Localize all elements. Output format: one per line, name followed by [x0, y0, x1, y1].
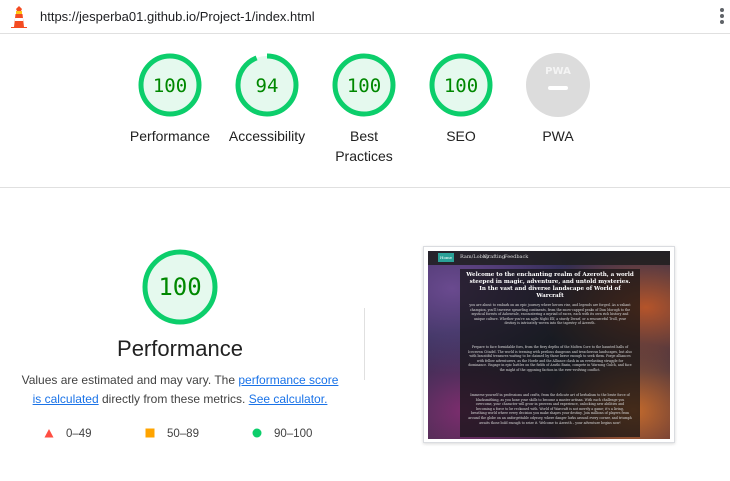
vertical-divider: [364, 308, 365, 380]
square-icon: [145, 428, 155, 438]
score-gauges: 100 Performance 94 Accessibility 100 Best Pra…: [0, 52, 730, 182]
gauge-score: 100: [153, 75, 187, 97]
gauge-label: Accessibility: [228, 128, 306, 144]
screenshot-content-panel: Welcome to the enchanting realm of Azero…: [460, 269, 640, 437]
pwa-dash-icon: [548, 86, 568, 90]
gauge-pwa[interactable]: PWA PWA: [513, 52, 603, 146]
pwa-badge-text: PWA: [545, 66, 571, 77]
legend-range: 90–100: [274, 428, 313, 440]
description-text-2: directly from these metrics.: [98, 392, 249, 406]
gauge-label: PWA: [542, 128, 574, 144]
screenshot-paragraph: Immerse yourself in professions and craf…: [468, 393, 632, 425]
gauge-score: 100: [347, 75, 381, 97]
gauge-ring: 100: [429, 53, 493, 117]
performance-description: Values are estimated and may vary. The p…: [20, 371, 340, 409]
gauge-label: Best Practices: [335, 128, 393, 164]
performance-score: 100: [158, 273, 201, 301]
gauge-accessibility[interactable]: 94 Accessibility: [222, 52, 312, 146]
gauge-seo[interactable]: 100 SEO: [416, 52, 506, 146]
screenshot-image: Home Ram/Lobby Crafting Feedback Welcome…: [428, 251, 670, 439]
legend-range: 50–89: [167, 428, 199, 440]
screenshot-paragraph: Prepare to face formidable foes, from th…: [468, 345, 632, 372]
gauge-best-practices[interactable]: 100 Best Practices: [319, 52, 409, 166]
nav-item: Crafting: [484, 254, 506, 260]
screenshot-heading: Welcome to the enchanting realm of Azero…: [466, 272, 634, 299]
gauge-label: Performance: [129, 128, 211, 144]
nav-home: Home: [438, 253, 454, 262]
section-divider: [0, 187, 730, 188]
performance-gauge-ring: 100: [142, 249, 218, 325]
gauge-ring: 100: [138, 53, 202, 117]
gauge-ring: 94: [235, 53, 299, 117]
page-url: https://jesperba01.github.io/Project-1/i…: [40, 9, 315, 24]
gauge-score: 100: [444, 75, 478, 97]
legend-range: 0–49: [66, 428, 92, 440]
lighthouse-icon: [11, 6, 27, 28]
description-text: Values are estimated and may vary. The: [21, 373, 239, 387]
gauge-score: 94: [256, 75, 279, 97]
gauge-performance[interactable]: 100 Performance: [125, 52, 215, 146]
pwa-badge: [526, 53, 590, 117]
performance-title: Performance: [117, 336, 243, 361]
circle-icon: [252, 428, 262, 438]
kebab-menu-icon[interactable]: [720, 8, 724, 24]
legend-fail: 0–49: [44, 428, 92, 440]
legend-average: 50–89: [145, 428, 199, 440]
gauge-ring: 100: [332, 53, 396, 117]
see-calculator-link[interactable]: See calculator.: [249, 392, 328, 406]
gauge-ring: PWA: [526, 53, 590, 117]
triangle-icon: [44, 429, 54, 438]
gauge-label: SEO: [446, 128, 476, 144]
nav-item: Feedback: [504, 254, 529, 260]
legend-pass: 90–100: [252, 428, 312, 440]
performance-gauge-large: 100: [120, 248, 240, 326]
screenshot-nav: Home Ram/Lobby Crafting Feedback: [428, 251, 670, 265]
browser-bar: https://jesperba01.github.io/Project-1/i…: [0, 0, 730, 34]
screenshot-paragraph: you are about to embark on an epic journ…: [469, 303, 631, 326]
page-screenshot-thumbnail[interactable]: Home Ram/Lobby Crafting Feedback Welcome…: [423, 246, 675, 443]
